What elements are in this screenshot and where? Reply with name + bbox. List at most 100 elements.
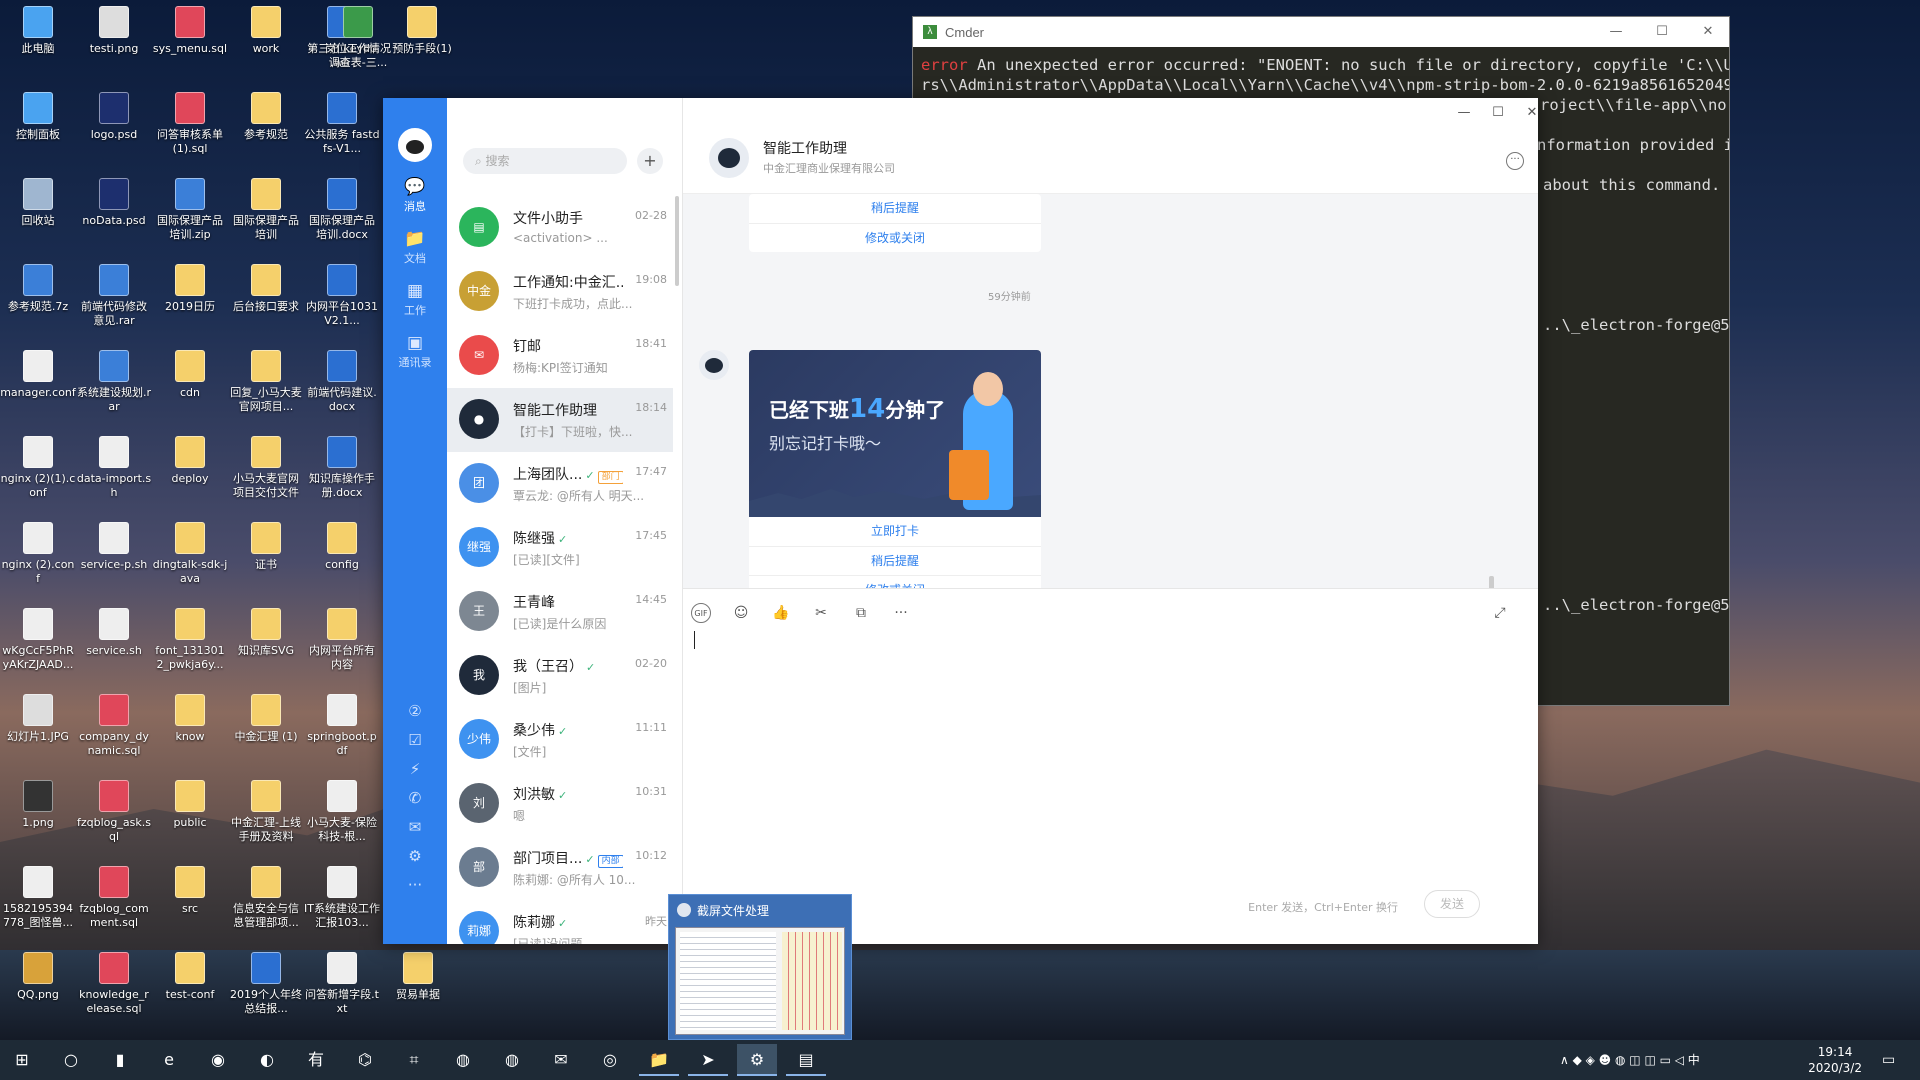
desktop-icon[interactable]: 此电脑 bbox=[0, 0, 76, 56]
conversation-item[interactable]: 我我（王召） ✓ 02-20 [图片] bbox=[447, 644, 673, 708]
conversation-item[interactable]: 中金 工作通知:中金汇... 19:08 下班打卡成功，点此... bbox=[447, 260, 673, 324]
taskbar-app-icon[interactable]: ➤ bbox=[688, 1044, 728, 1076]
gif-icon[interactable]: GIF bbox=[691, 603, 711, 623]
conversation-item[interactable]: ✉ 钉邮 18:41 杨梅:KPI签订通知 bbox=[447, 324, 673, 388]
desktop-icon[interactable]: nginx (2).conf bbox=[0, 516, 76, 586]
desktop-icon[interactable]: 中金汇理 (1) bbox=[228, 688, 304, 744]
close-icon[interactable]: ✕ bbox=[1517, 98, 1538, 128]
dingtalk-window[interactable]: 💬 消息 📁 文档 ▦ 工作 ▣ 通讯录 ② ☑ ⚡ ✆ ✉ ⚙ ··· ⌕ 搜索 + ▤ 文件小助手 02-… bbox=[383, 98, 1538, 944]
emoji-icon[interactable]: ☺ bbox=[731, 603, 751, 623]
desktop-icon[interactable]: 内网平台所有内容 bbox=[304, 602, 380, 672]
notification-icon[interactable]: ▭ bbox=[1882, 1040, 1895, 1080]
taskbar-app-icon[interactable]: ◍ bbox=[492, 1044, 532, 1076]
desktop-icon[interactable]: deploy bbox=[152, 430, 228, 486]
desktop-icon[interactable]: 幻灯片1.JPG bbox=[0, 688, 76, 744]
minimize-icon[interactable]: — bbox=[1593, 17, 1639, 47]
screenshot-preview-popup[interactable]: 截屏文件处理 bbox=[668, 894, 852, 1040]
more-icon[interactable]: ··· bbox=[891, 603, 911, 623]
expand-icon[interactable]: ⤢ bbox=[1490, 603, 1510, 623]
desktop-icon[interactable]: QQ.png bbox=[0, 946, 76, 1002]
desktop-icon[interactable]: 回收站 bbox=[0, 172, 76, 228]
taskbar-app-icon[interactable]: ◍ bbox=[443, 1044, 483, 1076]
desktop-icon[interactable]: 中金汇理-上线手册及资料 bbox=[228, 774, 304, 844]
conversation-item[interactable]: 刘刘洪敏 ✓ 10:31 嗯 bbox=[447, 772, 673, 836]
desktop-icon[interactable]: cdn bbox=[152, 344, 228, 400]
taskbar-app-icon[interactable]: ⌗ bbox=[394, 1044, 434, 1076]
desktop-icon[interactable]: 1582195394778_图怪兽... bbox=[0, 860, 76, 930]
desktop-icon[interactable]: data-import.sh bbox=[76, 430, 152, 500]
nav-item-1[interactable]: 📁 文档 bbox=[383, 228, 447, 266]
desktop-icon[interactable]: noData.psd bbox=[76, 172, 152, 228]
my-avatar[interactable] bbox=[398, 128, 432, 162]
nav-bottom-icon[interactable]: ✆ bbox=[383, 789, 447, 807]
taskbar-app-icon[interactable]: ⌬ bbox=[345, 1044, 385, 1076]
desktop-icon[interactable]: 信息安全与信息管理部项... bbox=[228, 860, 304, 930]
desktop-icon[interactable]: src bbox=[152, 860, 228, 916]
desktop-icon[interactable]: 公共服务 fastdfs-V1... bbox=[304, 86, 380, 156]
conversation-item[interactable]: 继强 陈继强 ✓ 17:45 [已读][文件] bbox=[447, 516, 673, 580]
desktop-icon[interactable]: 后台接口要求 bbox=[228, 258, 304, 314]
nav-bottom-icon[interactable]: ✉ bbox=[383, 818, 447, 836]
desktop-icon[interactable]: dingtalk-sdk-java bbox=[152, 516, 228, 586]
close-icon[interactable]: ✕ bbox=[1685, 17, 1729, 47]
clock[interactable]: 19:14 2020/3/2 bbox=[1808, 1044, 1862, 1076]
edit-close-button[interactable]: 修改或关闭 bbox=[749, 223, 1041, 252]
taskbar-app-icon[interactable]: ◉ bbox=[198, 1044, 238, 1076]
taskbar-app-icon[interactable]: ◎ bbox=[590, 1044, 630, 1076]
desktop-icon[interactable]: service.sh bbox=[76, 602, 152, 658]
desktop-icon[interactable]: 国际保理产品培训 bbox=[228, 172, 304, 242]
screenshot-thumbnail[interactable] bbox=[675, 927, 845, 1035]
desktop-icon[interactable]: 证书 bbox=[228, 516, 304, 572]
check-in-now-button[interactable]: 立即打卡 bbox=[749, 517, 1041, 546]
desktop-icon[interactable]: 前端代码建议.docx bbox=[304, 344, 380, 414]
desktop-icon[interactable]: public bbox=[152, 774, 228, 830]
nav-item-2[interactable]: ▦ 工作 bbox=[383, 280, 447, 318]
desktop-icon[interactable]: 知识库操作手册.docx bbox=[304, 430, 380, 500]
desktop-icon[interactable]: springboot.pdf bbox=[304, 688, 380, 758]
search-input[interactable]: ⌕ 搜索 bbox=[463, 148, 627, 174]
taskbar-app-icon[interactable]: ▤ bbox=[786, 1044, 826, 1076]
conversation-item[interactable]: 莉娜 陈莉娜 ✓ 昨天 [已读]没问题 bbox=[447, 900, 673, 944]
desktop-icon[interactable]: test-conf bbox=[152, 946, 228, 1002]
desktop-icon[interactable]: wKgCcF5PhRyAKrZJAAD... bbox=[0, 602, 76, 672]
desktop-icon[interactable]: 系统建设规划.rar bbox=[76, 344, 152, 414]
desktop-icon[interactable]: 前端代码修改意见.rar bbox=[76, 258, 152, 328]
desktop-icon[interactable]: 小马大麦官网项目交付文件 bbox=[228, 430, 304, 500]
scissors-icon[interactable]: ✂ bbox=[811, 603, 831, 623]
taskbar-app-icon[interactable]: ⊞ bbox=[2, 1044, 42, 1076]
taskbar-app-icon[interactable]: ○ bbox=[51, 1044, 91, 1076]
desktop-icon[interactable]: font_1313012_pwkja6y... bbox=[152, 602, 228, 672]
remind-later-button[interactable]: 稍后提醒 bbox=[749, 546, 1041, 575]
desktop-icon[interactable]: 回复_小马大麦官网项目... bbox=[228, 344, 304, 414]
bot-avatar[interactable] bbox=[699, 350, 729, 380]
desktop-icon[interactable]: 参考规范.7z bbox=[0, 258, 76, 314]
message-input-area[interactable]: GIF ☺ 👍 ✂ ⧉ ··· ⤢ Enter 发送，Ctrl+Enter 换行 发送 bbox=[683, 588, 1538, 944]
desktop-icon[interactable]: 2019日历 bbox=[152, 258, 228, 314]
desktop-icon[interactable]: 小马大麦-保险科技-根... bbox=[304, 774, 380, 844]
nav-bottom-icon[interactable]: ② bbox=[383, 702, 447, 720]
minimize-icon[interactable]: — bbox=[1449, 98, 1479, 128]
desktop-icon[interactable]: 1.png bbox=[0, 774, 76, 830]
desktop-icon[interactable]: know bbox=[152, 688, 228, 744]
desktop-icon[interactable]: testi.png bbox=[76, 0, 152, 56]
chat-avatar[interactable] bbox=[709, 138, 749, 178]
desktop-icon[interactable]: 问答审核系单(1).sql bbox=[152, 86, 228, 156]
taskbar-app-icon[interactable]: ▮ bbox=[100, 1044, 140, 1076]
thumbs-up-icon[interactable]: 👍 bbox=[771, 603, 791, 623]
desktop-icon[interactable]: fzqblog_ask.sql bbox=[76, 774, 152, 844]
desktop-icon[interactable]: 2019个人年终总结报... bbox=[228, 946, 304, 1016]
desktop-icon[interactable]: config bbox=[304, 516, 380, 572]
conversation-item[interactable]: ● 智能工作助理 18:14 【打卡】下班啦，快... bbox=[447, 388, 673, 452]
conversation-item[interactable]: ▤ 文件小助手 02-28 <activation> ... bbox=[447, 196, 673, 260]
desktop-icon[interactable]: work bbox=[228, 0, 304, 56]
add-button[interactable]: + bbox=[637, 148, 663, 174]
nav-bottom-icon[interactable]: ☑ bbox=[383, 731, 447, 749]
desktop-icon[interactable]: 内网平台1031V2.1... bbox=[304, 258, 380, 328]
desktop-icon[interactable]: logo.psd bbox=[76, 86, 152, 142]
desktop-icon[interactable]: manager.conf bbox=[0, 344, 76, 400]
desktop-icon[interactable]: 问答新增字段.txt bbox=[304, 946, 380, 1016]
taskbar-app-icon[interactable]: ◐ bbox=[247, 1044, 287, 1076]
folder-icon[interactable]: ⧉ bbox=[851, 603, 871, 623]
nav-bottom-icon[interactable]: ⚙ bbox=[383, 847, 447, 865]
desktop-icon[interactable]: 参考规范 bbox=[228, 86, 304, 142]
